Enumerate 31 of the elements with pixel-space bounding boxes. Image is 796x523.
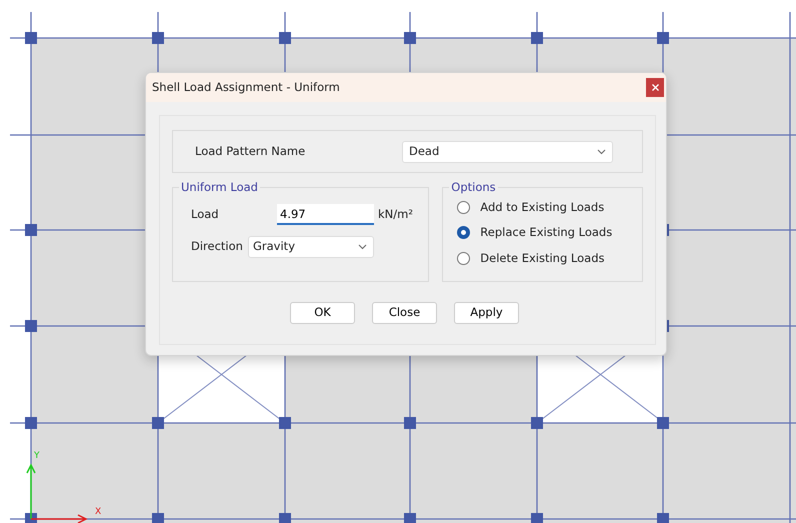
x-axis-label: X	[95, 507, 102, 517]
load-pattern-label: Load Pattern Name	[195, 142, 306, 160]
load-label: Load	[191, 206, 220, 223]
y-axis-arrow	[26, 463, 36, 520]
radio-option[interactable]: Add to Existing Loads	[457, 199, 628, 216]
y-axis-label: Y	[34, 451, 40, 461]
dropdown-value: Dead	[409, 142, 440, 160]
radio-button[interactable]	[457, 226, 470, 240]
close-button[interactable]	[646, 78, 664, 97]
radio-option[interactable]: Delete Existing Loads	[457, 250, 628, 267]
option-label: Add to Existing Loads	[480, 199, 604, 216]
apply-button[interactable]: Apply	[454, 302, 519, 324]
option-label: Delete Existing Loads	[480, 250, 605, 266]
option-label: Replace Existing Loads	[480, 224, 612, 242]
chevron-down-icon	[358, 244, 367, 250]
window-title: Shell Load Assignment - Uniform	[152, 78, 340, 96]
radio-button[interactable]	[457, 252, 470, 265]
direction-label: Direction	[191, 238, 244, 256]
x-axis-arrow	[30, 514, 88, 523]
radio-button[interactable]	[457, 201, 470, 214]
close-icon	[652, 84, 658, 91]
group-title: Options	[449, 179, 498, 195]
load-pattern-dropdown[interactable]: Dead	[402, 140, 613, 162]
unit-label: kN/m²	[378, 206, 413, 223]
close-dialog-button[interactable]: Close	[372, 302, 437, 324]
dropdown-value: Gravity	[253, 238, 296, 256]
direction-dropdown[interactable]: Gravity	[248, 236, 374, 258]
radio-option[interactable]: Replace Existing Loads	[457, 224, 628, 242]
load-input-field[interactable]: 4.97	[277, 204, 374, 225]
ok-button[interactable]: OK	[290, 302, 355, 324]
chevron-down-icon	[597, 148, 606, 154]
